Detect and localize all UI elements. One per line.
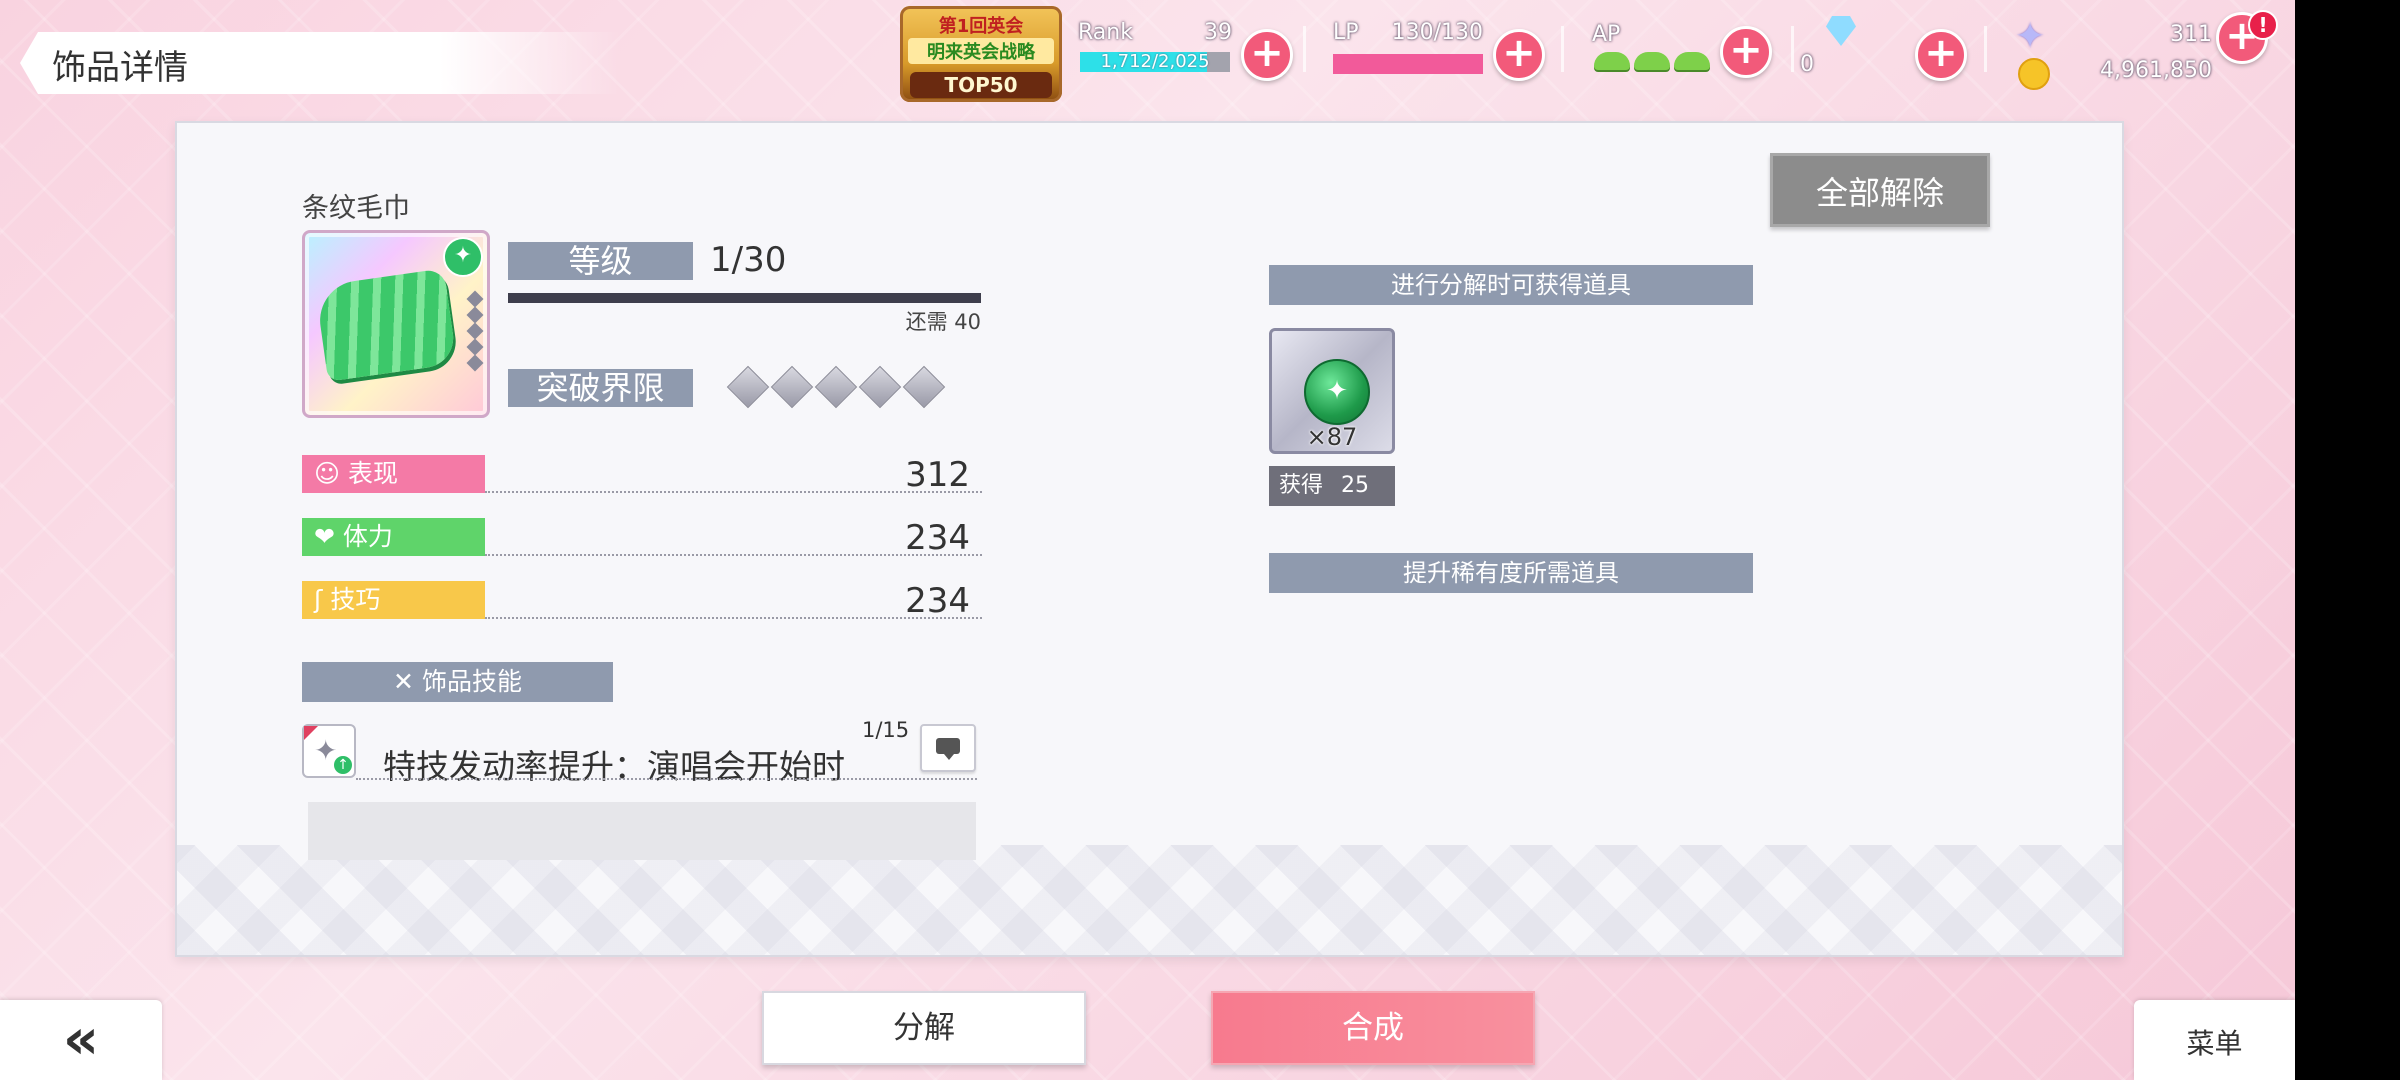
level-value: 1/30 — [710, 240, 787, 280]
speech-bubble-icon — [936, 738, 960, 760]
limit-break-diamonds — [726, 365, 946, 409]
rank-plus-button[interactable]: + — [1241, 29, 1293, 81]
sparkle-icon: ✕ — [393, 667, 414, 696]
page-title: 饰品详情 — [52, 48, 188, 88]
gem-plus-button[interactable]: + — [1915, 29, 1967, 81]
rank-exp-text: 1,712/2,025 — [1100, 51, 1210, 72]
accessory-type-icon: ✦ — [443, 237, 483, 277]
ap-shoe-icon — [1674, 52, 1710, 70]
panel-pattern — [177, 845, 2122, 955]
limit-diamond-icon — [770, 365, 814, 409]
skill-detail-button[interactable] — [920, 724, 976, 772]
item-rarity-pips — [466, 290, 484, 372]
decompose-button[interactable]: 分解 — [762, 991, 1086, 1065]
material-item[interactable]: ✦ ×87 — [1269, 328, 1395, 454]
star-value: 311 — [2170, 22, 2212, 47]
skill-text: 特技发动率提升：演唱会开始时 — [383, 747, 845, 786]
hud-separator — [1791, 26, 1794, 72]
release-all-button[interactable]: 全部解除 — [1770, 153, 1990, 227]
ap-label: AP — [1592, 22, 1621, 47]
ap-shoe-icon — [1634, 52, 1670, 70]
arrow-up-icon: ↑ — [334, 756, 352, 774]
stat-label: ❤ 体力 — [302, 518, 485, 556]
lp-value: 130/130 — [1391, 20, 1483, 45]
hud-separator — [1303, 26, 1306, 72]
stat-value: 312 — [905, 455, 970, 495]
limit-diamond-icon — [814, 365, 858, 409]
stat-label-text: 技巧 — [330, 585, 381, 614]
lp-plus-button[interactable]: + — [1493, 29, 1545, 81]
obtain-tag: 获得 25 — [1269, 466, 1395, 506]
rank-exp-bar: 1,712/2,025 — [1080, 52, 1230, 72]
decompose-items-header: 进行分解时可获得道具 — [1269, 265, 1753, 305]
event-badge-line1: 第1回英会 — [938, 16, 1024, 37]
gem-value: 0 — [1800, 52, 1814, 77]
smile-icon: ☺ — [314, 459, 341, 488]
limit-diamond-icon — [858, 365, 902, 409]
hud-separator — [1984, 26, 1987, 72]
obtain-label: 获得 — [1279, 473, 1324, 498]
skill-level: 1/15 — [862, 718, 910, 742]
level-label: 等级 — [508, 242, 693, 280]
stat-label-text: 体力 — [342, 522, 393, 551]
heart-icon: ❤ — [314, 522, 335, 551]
ap-plus-button[interactable]: + — [1720, 26, 1772, 78]
green-gem-icon: ✦ — [1304, 359, 1370, 425]
item-name: 条纹毛巾 — [302, 193, 410, 224]
hud-separator — [1561, 26, 1564, 72]
dotted-divider — [356, 778, 977, 780]
star-icon: ✦ — [2015, 16, 2046, 57]
stat-row-appeal: ☺ 表现 312 — [302, 455, 982, 497]
accessory-skill-header: ✕ 饰品技能 — [302, 662, 613, 702]
technique-icon: ʃ — [314, 585, 323, 614]
level-need: 还需 40 — [905, 310, 981, 334]
game-screen: 饰品详情 第1回英会 明来英会战略 TOP50 Rank 39 1,712/2,… — [0, 0, 2295, 1080]
back-button[interactable]: « — [0, 1000, 162, 1080]
material-count: ×87 — [1306, 423, 1358, 451]
notification-badge: ! — [2248, 10, 2278, 40]
synthesize-button[interactable]: 合成 — [1211, 991, 1535, 1065]
towel-icon — [314, 268, 458, 382]
level-progress-bar — [508, 293, 981, 303]
event-badge-line2: 明来英会战略 — [908, 38, 1054, 64]
lp-label: LP — [1333, 20, 1359, 45]
limit-diamond-icon — [726, 365, 770, 409]
coin-icon — [2018, 58, 2050, 90]
ap-shoe-icon — [1594, 52, 1630, 70]
stat-value: 234 — [905, 518, 970, 558]
stat-label: ☺ 表现 — [302, 455, 485, 493]
event-rank-badge: TOP50 — [910, 72, 1052, 98]
stat-label-text: 表现 — [348, 459, 399, 488]
rank-label: Rank — [1078, 20, 1133, 45]
limit-diamond-icon — [902, 365, 946, 409]
gold-value: 4,961,850 — [2100, 58, 2212, 83]
skill-header-text: 饰品技能 — [421, 667, 522, 696]
obtain-value: 25 — [1341, 473, 1370, 498]
stat-row-technique: ʃ 技巧 234 — [302, 581, 982, 623]
menu-button[interactable]: 菜单 — [2134, 1000, 2295, 1080]
stat-label: ʃ 技巧 — [302, 581, 485, 619]
stat-value: 234 — [905, 581, 970, 621]
rarity-items-header: 提升稀有度所需道具 — [1269, 553, 1753, 593]
rank-value: 39 — [1204, 20, 1232, 45]
stat-row-stamina: ❤ 体力 234 — [302, 518, 982, 560]
gem-icon — [1826, 16, 1856, 46]
skill-description-area — [308, 802, 976, 860]
limit-break-label: 突破界限 — [508, 369, 693, 407]
event-badge[interactable]: 第1回英会 明来英会战略 TOP50 — [900, 6, 1062, 102]
lp-bar — [1333, 54, 1483, 74]
skill-icon[interactable]: ✦ ↑ — [302, 724, 356, 778]
item-card[interactable]: ✦ — [302, 230, 490, 418]
